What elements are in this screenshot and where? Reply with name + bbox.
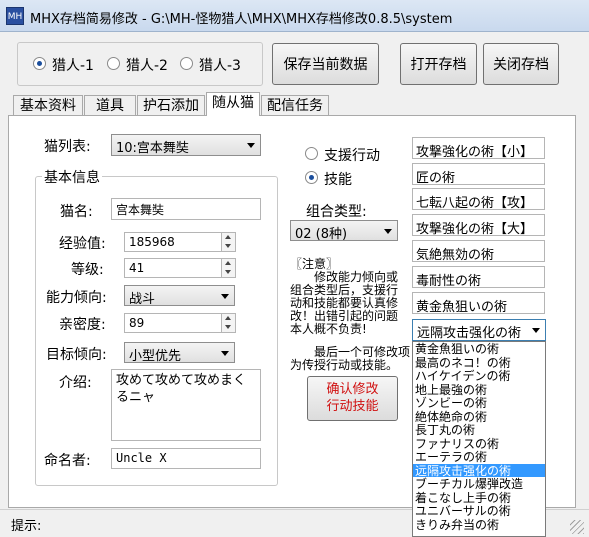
- radio-selected-icon: [305, 171, 318, 184]
- chevron-down-icon: [221, 293, 229, 299]
- confirm-line-1: 确认修改: [326, 382, 379, 397]
- hunter-2-label: 猎人-2: [126, 58, 168, 74]
- close-save-button[interactable]: 关闭存档: [483, 43, 559, 85]
- combo-type-select[interactable]: 02 (8种): [290, 220, 398, 241]
- dropdown-option[interactable]: 地上最強の術: [413, 383, 545, 396]
- tab-items[interactable]: 道具: [84, 95, 136, 116]
- level-spinner[interactable]: [221, 258, 236, 278]
- exp-spinner[interactable]: [221, 232, 236, 252]
- exp-input[interactable]: 185968: [124, 232, 222, 252]
- cat-list-label: 猫列表:: [44, 139, 91, 155]
- tab-basic-info[interactable]: 基本资料: [13, 95, 83, 116]
- namer-input[interactable]: Uncle X: [111, 448, 261, 469]
- ability-select[interactable]: 战斗: [124, 285, 235, 306]
- notice-text: 〖注意〗 修改能力倾向或 组合类型后，支援行 动和技能都要认真修 改！出错引起的…: [290, 258, 410, 372]
- tab-palico[interactable]: 随从猫: [206, 92, 260, 116]
- skill-dropdown-list[interactable]: 黄金魚狙いの術 最高のネコ！の術 ハイケイデンの術 地上最強の術 ゾンビーの術 …: [412, 341, 546, 537]
- dropdown-option[interactable]: ブーチカル爆弾改造: [413, 477, 545, 490]
- support-action-radio[interactable]: 支援行动: [305, 145, 395, 164]
- combo-type-label: 组合类型:: [306, 204, 367, 220]
- level-label: 等级:: [71, 262, 104, 278]
- dropdown-option[interactable]: エーテラの術: [413, 450, 545, 463]
- skill-select-value: 远隔攻击强化の術: [417, 326, 522, 341]
- radio-icon: [180, 57, 193, 70]
- hunter-radio-3[interactable]: 猎人-3: [180, 56, 250, 74]
- radio-icon: [305, 147, 318, 160]
- confirm-line-2: 行动技能: [326, 399, 379, 414]
- dropdown-option[interactable]: 長丁丸の術: [413, 423, 545, 436]
- ability-value: 战斗: [129, 292, 156, 306]
- status-label: 提示:: [11, 519, 42, 534]
- dropdown-option[interactable]: 絶体絶命の術: [413, 410, 545, 423]
- dropdown-option[interactable]: ファナリスの術: [413, 437, 545, 450]
- window-title: MHX存档简易修改 - G:\MH-怪物猎人\MHX\MHX存档修改0.8.5\…: [30, 12, 453, 27]
- notice-line: 本人概不负责!: [290, 322, 367, 336]
- skill-slot-4[interactable]: 攻撃強化の術【大】: [412, 214, 545, 236]
- spin-down-icon[interactable]: [222, 242, 235, 250]
- skill-label: 技能: [324, 172, 352, 188]
- spin-down-icon[interactable]: [222, 323, 235, 331]
- spin-up-icon[interactable]: [222, 233, 235, 241]
- resize-grip-icon[interactable]: [570, 520, 584, 534]
- skill-slot-2[interactable]: 匠の術: [412, 163, 545, 185]
- dropdown-option[interactable]: 最高のネコ！の術: [413, 356, 545, 369]
- support-action-label: 支援行动: [324, 148, 380, 164]
- basic-info-title: 基本信息: [42, 167, 102, 187]
- target-value: 小型优先: [129, 349, 182, 363]
- dropdown-option[interactable]: ゾンビーの術: [413, 396, 545, 409]
- chevron-down-icon: [247, 143, 255, 148]
- combo-type-value: 02 (8种): [295, 227, 348, 241]
- tab-talisman[interactable]: 护石添加: [137, 95, 205, 116]
- intro-textarea[interactable]: 攻めて攻めて攻めまくるニャ: [111, 369, 261, 441]
- intro-label: 介绍:: [59, 375, 92, 391]
- hunter-3-label: 猎人-3: [199, 58, 241, 74]
- skill-slot-5[interactable]: 気絶無効の術: [412, 240, 545, 262]
- title-bar: MH MHX存档简易修改 - G:\MH-怪物猎人\MHX\MHX存档修改0.8…: [0, 0, 589, 32]
- skill-slot-select[interactable]: 远隔攻击强化の術: [412, 319, 546, 341]
- dropdown-option[interactable]: きりみ弁当の術: [413, 518, 545, 531]
- tab-dlc-quests[interactable]: 配信任务: [261, 95, 329, 116]
- hunter-radio-2[interactable]: 猎人-2: [107, 56, 177, 74]
- level-input[interactable]: 41: [124, 258, 222, 278]
- hunter-radio-1[interactable]: 猎人-1: [33, 56, 103, 74]
- dropdown-option-highlighted[interactable]: 远隔攻击强化の術: [413, 463, 545, 477]
- open-save-button[interactable]: 打开存档: [400, 43, 477, 85]
- confirm-modify-button[interactable]: 确认修改 行动技能: [307, 376, 398, 421]
- cat-name-label: 猫名:: [60, 204, 93, 220]
- notice-line: 为传授行动或技能。: [290, 358, 399, 372]
- spin-down-icon[interactable]: [222, 268, 235, 276]
- skill-slot-6[interactable]: 毒耐性の術: [412, 266, 545, 288]
- chevron-down-icon: [384, 228, 392, 234]
- skill-slot-3[interactable]: 七転八起の術【攻】: [412, 188, 545, 210]
- affinity-label: 亲密度:: [59, 317, 106, 333]
- dropdown-option[interactable]: 黄金魚狙いの術: [413, 342, 545, 355]
- ability-label: 能力倾向:: [46, 290, 107, 306]
- radio-icon: [107, 57, 120, 70]
- namer-label: 命名者:: [44, 453, 91, 469]
- chevron-down-icon: [221, 350, 229, 356]
- dropdown-option[interactable]: ユニバーサルの術: [413, 504, 545, 517]
- cat-list-value: 10:宫本舞奘: [116, 141, 189, 156]
- hunter-1-label: 猎人-1: [52, 58, 94, 74]
- skill-slot-7[interactable]: 黄金魚狙いの術: [412, 292, 545, 314]
- target-label: 目标倾向:: [46, 347, 107, 363]
- skill-slot-1[interactable]: 攻撃強化の術【小】: [412, 137, 545, 159]
- cat-name-input[interactable]: 宫本舞奘: [111, 198, 261, 220]
- exp-label: 经验值:: [59, 236, 106, 252]
- affinity-input[interactable]: 89: [124, 313, 222, 333]
- save-current-button[interactable]: 保存当前数据: [272, 43, 379, 85]
- app-icon: MH: [6, 7, 24, 25]
- affinity-spinner[interactable]: [221, 313, 236, 333]
- spin-up-icon[interactable]: [222, 259, 235, 267]
- spin-up-icon[interactable]: [222, 314, 235, 322]
- cat-list-select[interactable]: 10:宫本舞奘: [111, 134, 261, 156]
- dropdown-option[interactable]: 着こなし上手の術: [413, 491, 545, 504]
- radio-selected-icon: [33, 57, 46, 70]
- dropdown-option[interactable]: ハイケイデンの術: [413, 369, 545, 382]
- target-select[interactable]: 小型优先: [124, 342, 235, 363]
- skill-radio[interactable]: 技能: [305, 169, 375, 188]
- chevron-down-icon: [532, 328, 540, 333]
